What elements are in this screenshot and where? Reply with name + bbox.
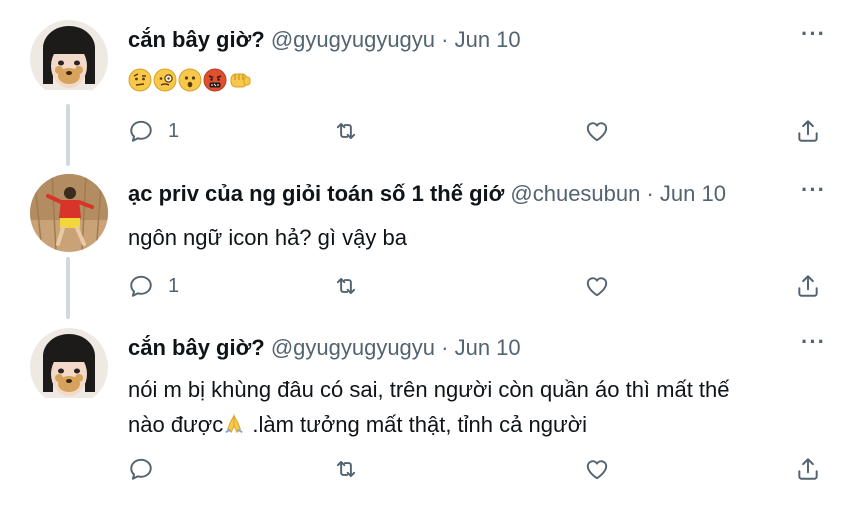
display-name[interactable]: ạc priv của ng giỏi toán số 1 thế giớ xyxy=(128,181,504,206)
share-button[interactable] xyxy=(795,456,821,482)
tweet-text: ngôn ngữ icon hả? gì vậy ba xyxy=(128,225,407,250)
face-with-monocle-icon xyxy=(153,68,177,92)
tweet[interactable]: ạc priv của ng giỏi toán số 1 thế giớ @c… xyxy=(0,160,850,310)
folded-hands-icon xyxy=(225,414,243,434)
like-button[interactable] xyxy=(583,273,611,299)
tweet-actions: 1 xyxy=(128,118,828,148)
tweet-text-line: nói m bị khùng đâu có sai, trên người cò… xyxy=(128,377,730,402)
tweet-header: cắn bây giờ? @gyugyugyugyu · Jun 10 xyxy=(128,334,521,362)
reply-count: 1 xyxy=(168,274,180,297)
handle-and-date[interactable]: @chuesubun · Jun 10 xyxy=(510,181,726,206)
tweet-actions: 1 xyxy=(128,273,828,303)
tweet-text-segment: .làm tưởng mất thật, tỉnh cả người xyxy=(246,412,588,437)
share-icon xyxy=(798,458,818,480)
tweet-header: ạc priv của ng giỏi toán số 1 thế giớ @c… xyxy=(128,180,726,208)
more-icon[interactable]: ··· xyxy=(801,331,826,353)
reply-button[interactable]: 1 xyxy=(128,118,179,144)
avatar-image xyxy=(30,174,108,252)
retweet-button[interactable] xyxy=(333,118,359,144)
tweet[interactable]: cắn bây giờ? @gyugyugyugyu · Jun 10 ··· xyxy=(0,0,850,160)
like-button[interactable] xyxy=(583,456,611,482)
hushed-face-icon xyxy=(178,68,202,92)
more-icon[interactable]: ··· xyxy=(801,179,826,201)
like-icon xyxy=(586,460,608,480)
reply-icon xyxy=(130,120,152,142)
tweet-actions xyxy=(128,456,828,486)
handle-and-date[interactable]: @gyugyugyugyu · Jun 10 xyxy=(271,335,521,360)
reply-button[interactable] xyxy=(128,456,168,482)
share-button[interactable] xyxy=(795,273,821,299)
avatar[interactable] xyxy=(30,174,108,252)
retweet-icon xyxy=(336,277,356,295)
emoji-row xyxy=(128,68,253,94)
oncoming-fist-icon xyxy=(230,73,251,88)
face-with-symbols-on-mouth-icon xyxy=(203,68,227,92)
share-icon xyxy=(798,275,818,297)
tweet-text: nói m bị khùng đâu có sai, trên người cò… xyxy=(128,372,818,442)
avatar[interactable] xyxy=(30,328,108,406)
reply-button[interactable]: 1 xyxy=(128,273,179,299)
tweet[interactable]: cắn bây giờ? @gyugyugyugyu · Jun 10 ··· … xyxy=(0,310,850,512)
more-icon[interactable]: ··· xyxy=(801,23,826,45)
share-icon xyxy=(798,120,818,142)
tweet-text-segment: nào được xyxy=(128,412,224,437)
handle-and-date[interactable]: @gyugyugyugyu · Jun 10 xyxy=(271,27,521,52)
avatar[interactable] xyxy=(30,20,108,98)
retweet-icon xyxy=(336,122,356,140)
face-with-raised-eyebrow-icon xyxy=(128,68,152,92)
like-icon xyxy=(586,277,608,297)
retweet-button[interactable] xyxy=(333,273,359,299)
like-icon xyxy=(586,122,608,142)
reply-icon xyxy=(130,275,152,297)
share-button[interactable] xyxy=(795,118,821,144)
tweet-text-line: nào được .làm tưởng mất thật, tỉnh cả ng… xyxy=(128,407,818,442)
like-button[interactable] xyxy=(583,118,611,144)
avatar-image xyxy=(30,20,108,98)
tweet-header: cắn bây giờ? @gyugyugyugyu · Jun 10 xyxy=(128,26,521,54)
avatar-image xyxy=(30,328,108,406)
reply-icon xyxy=(130,458,152,480)
display-name[interactable]: cắn bây giờ? xyxy=(128,335,265,360)
reply-count: 1 xyxy=(168,119,180,142)
display-name[interactable]: cắn bây giờ? xyxy=(128,27,265,52)
retweet-button[interactable] xyxy=(333,456,359,482)
retweet-icon xyxy=(336,460,356,478)
